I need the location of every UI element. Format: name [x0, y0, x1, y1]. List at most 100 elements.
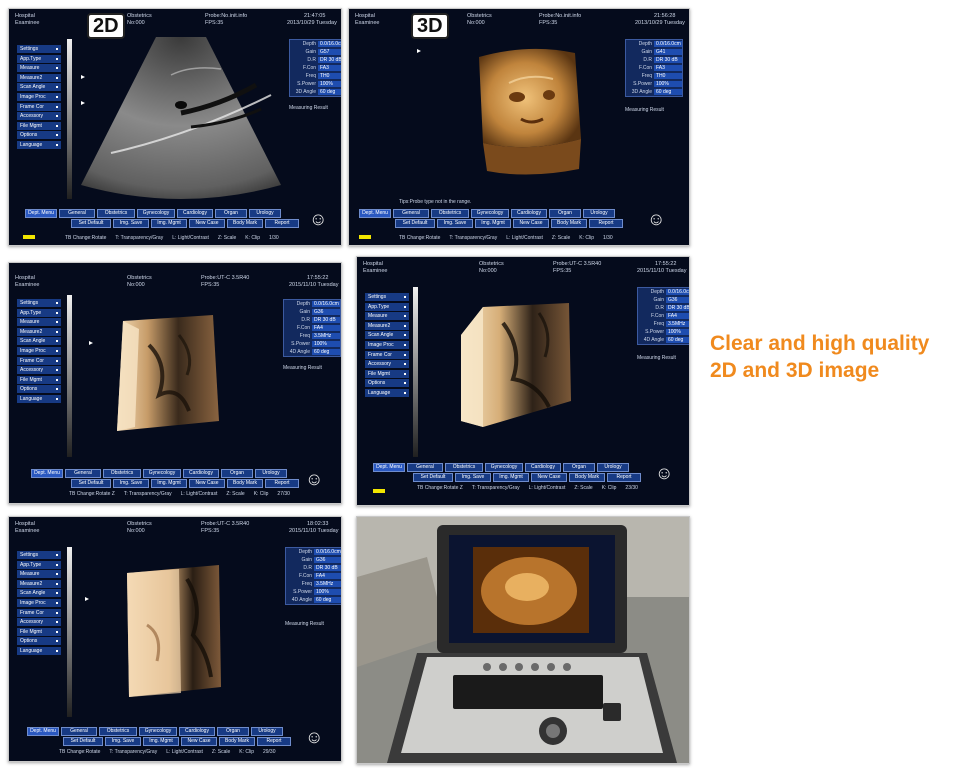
- sidebar-item-file-mgmt[interactable]: File Mgmt: [17, 627, 61, 636]
- menu-button-gynecology[interactable]: Gynecology: [471, 209, 509, 218]
- sidebar-item-options[interactable]: Options: [17, 131, 61, 140]
- menu-button-gynecology[interactable]: Gynecology: [143, 469, 181, 478]
- param-row[interactable]: F.Con FA4: [638, 312, 689, 320]
- menu-button-body-mark[interactable]: Body Mark: [219, 737, 255, 746]
- sidebar-item-measure[interactable]: Measure: [365, 312, 409, 321]
- sidebar-item-accessory[interactable]: Accessory: [365, 360, 409, 369]
- sidebar-item-settings[interactable]: Settings: [17, 299, 61, 307]
- menu-button-general[interactable]: General: [59, 209, 95, 218]
- menu-button-urology[interactable]: Urology: [583, 209, 615, 218]
- menu-button-new-case[interactable]: New Case: [189, 479, 225, 488]
- menu-button-obstetrics[interactable]: Obstetrics: [445, 463, 483, 472]
- sidebar-item-app-type[interactable]: App.Type: [17, 308, 61, 317]
- menu-button-obstetrics[interactable]: Obstetrics: [103, 469, 141, 478]
- param-row[interactable]: Depth0.0/16.0cm: [286, 548, 341, 556]
- menu-button-set-default[interactable]: Set Default: [63, 737, 103, 746]
- sidebar-item-measure[interactable]: Measure: [17, 318, 61, 327]
- sidebar-item-frame-cor[interactable]: Frame Cor: [365, 350, 409, 359]
- sidebar-item-frame-cor[interactable]: Frame Cor: [17, 356, 61, 365]
- param-row[interactable]: D.R DR 30 dB: [638, 304, 689, 312]
- param-row[interactable]: 3D Angle 60 deg: [626, 88, 682, 96]
- menu-button-dept-menu[interactable]: Dept. Menu: [27, 727, 59, 736]
- sidebar-item-measure2[interactable]: Measure2: [365, 321, 409, 330]
- param-row[interactable]: S.Power 100%: [290, 80, 341, 88]
- menu-button-img-mgmt[interactable]: Img. Mgmt: [151, 219, 187, 228]
- menu-button-general[interactable]: General: [61, 727, 97, 736]
- param-row[interactable]: F.Con FA4: [284, 324, 340, 332]
- menu-button-report[interactable]: Report: [607, 473, 641, 482]
- menu-button-cardiology[interactable]: Cardiology: [525, 463, 561, 472]
- sidebar-item-measure[interactable]: Measure: [17, 64, 61, 73]
- sidebar-item-options[interactable]: Options: [17, 637, 61, 646]
- menu-button-urology[interactable]: Urology: [597, 463, 629, 472]
- sidebar-item-image-proc[interactable]: Image Proc: [17, 92, 61, 101]
- menu-button-set-default[interactable]: Set Default: [395, 219, 435, 228]
- menu-button-img-mgmt[interactable]: Img. Mgmt: [151, 479, 187, 488]
- param-row[interactable]: F.Con FA3: [290, 64, 341, 72]
- menu-button-img-save[interactable]: Img. Save: [113, 219, 149, 228]
- sidebar-item-accessory[interactable]: Accessory: [17, 366, 61, 375]
- sidebar-item-file-mgmt[interactable]: File Mgmt: [365, 369, 409, 378]
- menu-button-img-save[interactable]: Img. Save: [437, 219, 473, 228]
- menu-button-organ[interactable]: Organ: [549, 209, 581, 218]
- menu-button-organ[interactable]: Organ: [221, 469, 253, 478]
- menu-button-gynecology[interactable]: Gynecology: [139, 727, 177, 736]
- sidebar-item-scan-angle[interactable]: Scan Angle: [365, 331, 409, 340]
- sidebar-item-language[interactable]: Language: [17, 646, 61, 655]
- param-row[interactable]: D.R DR 30 dB: [290, 56, 341, 64]
- menu-button-dept-menu[interactable]: Dept. Menu: [373, 463, 405, 472]
- menu-button-report[interactable]: Report: [265, 479, 299, 488]
- param-row[interactable]: Depth0.0/16.0cm: [638, 288, 689, 296]
- param-row[interactable]: 4D Angle 60 deg: [638, 336, 689, 344]
- menu-button-img-mgmt[interactable]: Img. Mgmt: [143, 737, 179, 746]
- menu-button-img-save[interactable]: Img. Save: [455, 473, 491, 482]
- param-row[interactable]: F.Con FA4: [286, 572, 341, 580]
- param-row[interactable]: Depth0.0/16.0cm: [290, 40, 341, 48]
- param-row[interactable]: Gain G36: [638, 296, 689, 304]
- sidebar-item-accessory[interactable]: Accessory: [17, 618, 61, 627]
- sidebar-item-accessory[interactable]: Accessory: [17, 112, 61, 121]
- sidebar-item-settings[interactable]: Settings: [17, 551, 61, 559]
- menu-button-obstetrics[interactable]: Obstetrics: [99, 727, 137, 736]
- sidebar-item-settings[interactable]: Settings: [365, 293, 409, 301]
- menu-button-organ[interactable]: Organ: [215, 209, 247, 218]
- sidebar-item-app-type[interactable]: App.Type: [17, 54, 61, 63]
- menu-button-obstetrics[interactable]: Obstetrics: [431, 209, 469, 218]
- param-row[interactable]: S.Power 100%: [626, 80, 682, 88]
- menu-button-general[interactable]: General: [65, 469, 101, 478]
- menu-button-general[interactable]: General: [407, 463, 443, 472]
- sidebar-item-options[interactable]: Options: [17, 385, 61, 394]
- sidebar-item-image-proc[interactable]: Image Proc: [17, 598, 61, 607]
- menu-button-img-save[interactable]: Img. Save: [113, 479, 149, 488]
- sidebar-item-image-proc[interactable]: Image Proc: [17, 346, 61, 355]
- param-row[interactable]: D.R DR 30 dB: [284, 316, 340, 324]
- sidebar-item-scan-angle[interactable]: Scan Angle: [17, 337, 61, 346]
- menu-button-img-mgmt[interactable]: Img. Mgmt: [475, 219, 511, 228]
- param-row[interactable]: S.Power 100%: [286, 588, 341, 596]
- menu-button-cardiology[interactable]: Cardiology: [179, 727, 215, 736]
- sidebar-item-measure2[interactable]: Measure2: [17, 73, 61, 82]
- sidebar-item-file-mgmt[interactable]: File Mgmt: [17, 375, 61, 384]
- sidebar-item-language[interactable]: Language: [17, 140, 61, 149]
- menu-button-set-default[interactable]: Set Default: [71, 479, 111, 488]
- sidebar-item-file-mgmt[interactable]: File Mgmt: [17, 121, 61, 130]
- menu-button-report[interactable]: Report: [589, 219, 623, 228]
- menu-button-set-default[interactable]: Set Default: [413, 473, 453, 482]
- param-row[interactable]: Gain G36: [286, 556, 341, 564]
- menu-button-new-case[interactable]: New Case: [513, 219, 549, 228]
- param-row[interactable]: 4D Angle 60 deg: [284, 348, 340, 356]
- menu-button-set-default[interactable]: Set Default: [71, 219, 111, 228]
- menu-button-urology[interactable]: Urology: [249, 209, 281, 218]
- param-row[interactable]: D.R DR 30 dB: [626, 56, 682, 64]
- sidebar-item-measure[interactable]: Measure: [17, 570, 61, 579]
- menu-button-cardiology[interactable]: Cardiology: [177, 209, 213, 218]
- menu-button-body-mark[interactable]: Body Mark: [227, 219, 263, 228]
- menu-button-new-case[interactable]: New Case: [531, 473, 567, 482]
- sidebar-item-image-proc[interactable]: Image Proc: [365, 340, 409, 349]
- menu-button-body-mark[interactable]: Body Mark: [569, 473, 605, 482]
- param-row[interactable]: Freq 3.5MHz: [286, 580, 341, 588]
- menu-button-report[interactable]: Report: [257, 737, 291, 746]
- param-row[interactable]: Freq 3.5MHz: [284, 332, 340, 340]
- menu-button-gynecology[interactable]: Gynecology: [485, 463, 523, 472]
- param-row[interactable]: Freq TH0: [626, 72, 682, 80]
